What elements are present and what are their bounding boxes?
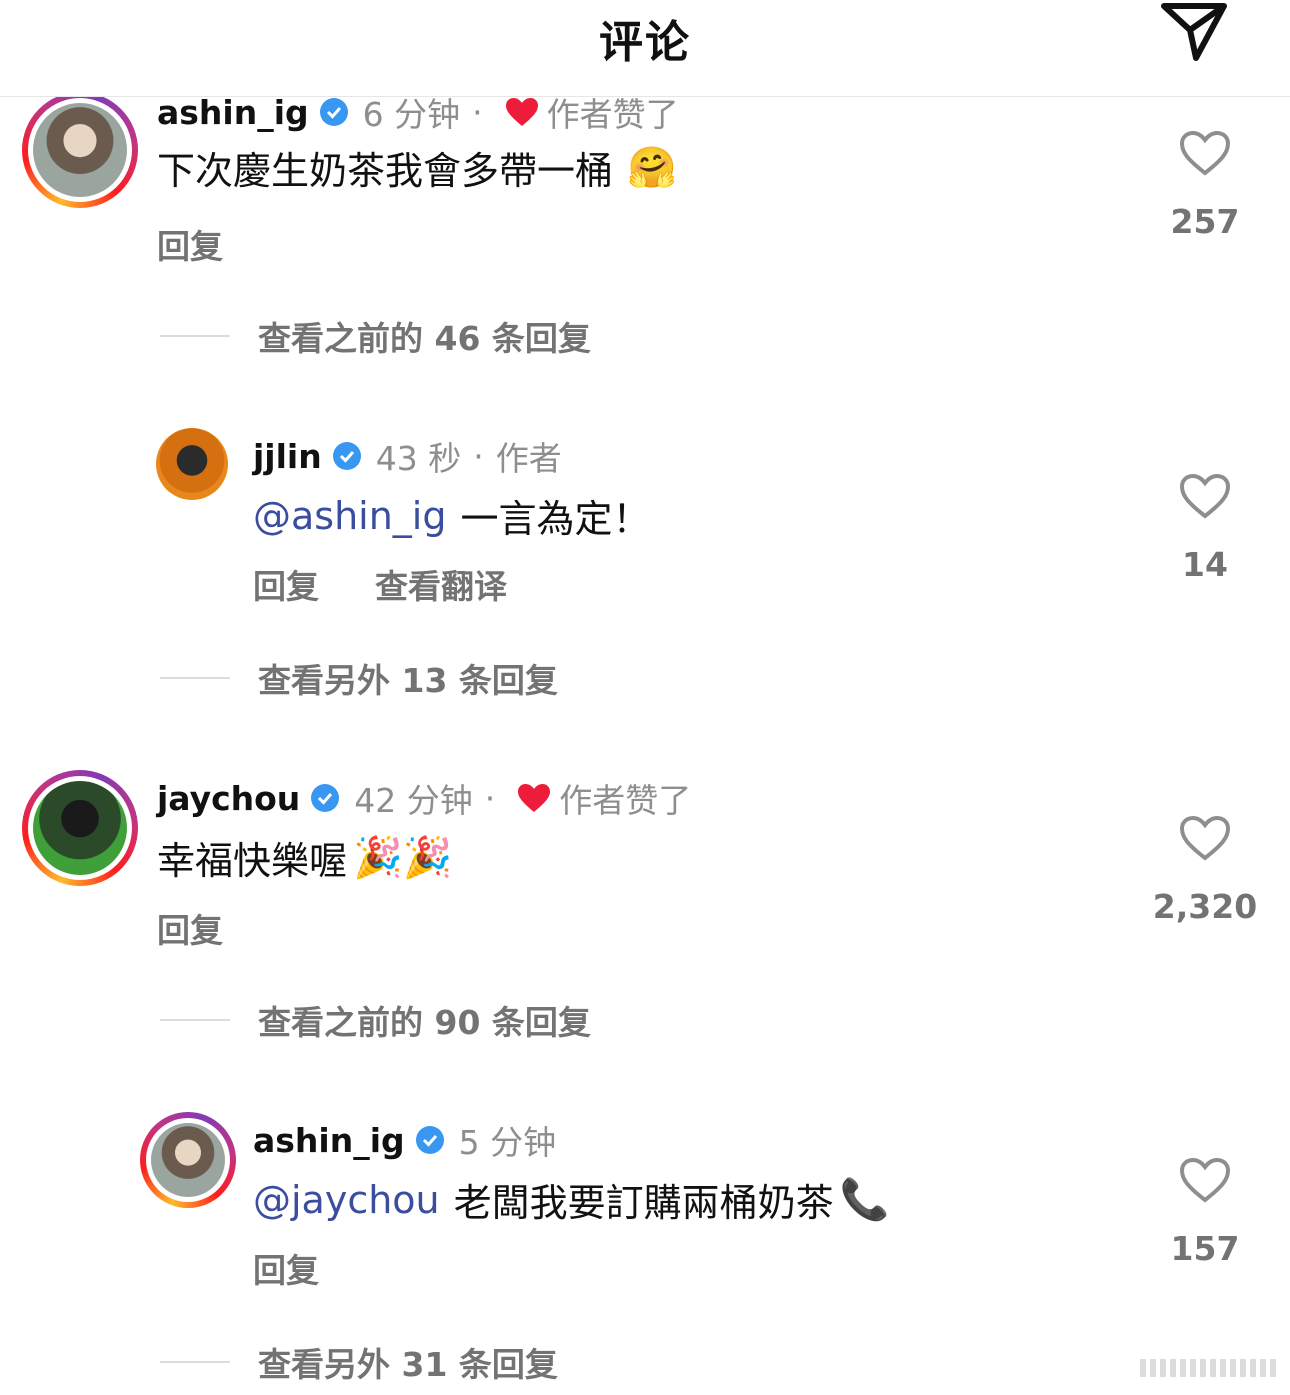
view-replies-label: 查看之前的 46 条回复: [258, 319, 591, 358]
like-group: 2,320: [1145, 815, 1265, 926]
top-bar: 评论: [0, 0, 1290, 97]
verified-badge-icon: [311, 784, 340, 812]
view-replies-label: 查看另外 31 条回复: [258, 1345, 558, 1384]
like-group: 14: [1145, 473, 1265, 584]
reply-button[interactable]: 回复: [253, 560, 319, 608]
author-tag: 作者: [495, 439, 562, 478]
share-icon[interactable]: [1158, 0, 1230, 64]
divider-line: [160, 677, 230, 679]
like-count: 2,320: [1152, 887, 1258, 926]
view-replies-label: 查看另外 13 条回复: [258, 661, 558, 700]
like-heart-icon[interactable]: [1179, 1157, 1231, 1203]
heart-icon: [518, 784, 551, 812]
comment-text: 幸福快樂喔 🎉🎉: [157, 830, 453, 885]
comment-text: @ashin_ig 一言為定！: [253, 488, 651, 543]
verified-badge-icon: [415, 1126, 444, 1154]
comment-text: 下次慶生奶茶我會多帶一桶 🤗: [157, 140, 677, 195]
emoji: 📞: [839, 1177, 890, 1223]
separator: ·: [472, 92, 483, 132]
username[interactable]: jjlin: [253, 437, 322, 476]
avatar[interactable]: [22, 770, 138, 886]
username[interactable]: ashin_ig: [253, 1121, 405, 1160]
avatar[interactable]: [140, 1112, 236, 1208]
verified-badge-icon: [332, 442, 361, 470]
timestamp: 5 分钟: [458, 1123, 557, 1162]
like-heart-icon[interactable]: [1179, 473, 1231, 519]
username[interactable]: ashin_ig: [157, 93, 309, 132]
separator: ·: [484, 778, 496, 818]
comment-meta: jaychou 42 分钟 · 作者赞了: [157, 774, 691, 822]
timestamp: 43 秒: [375, 439, 462, 478]
mention-link[interactable]: @ashin_ig: [253, 494, 447, 538]
author-liked: 作者赞了: [559, 781, 692, 820]
timestamp: 42 分钟: [354, 781, 473, 820]
comment-body: 老闆我要訂購兩桶奶茶: [453, 1181, 834, 1225]
comment-meta: ashin_ig 5 分钟: [253, 1116, 556, 1164]
username[interactable]: jaychou: [157, 779, 300, 818]
view-replies-button[interactable]: 查看另外 31 条回复: [160, 1338, 558, 1386]
emoji: 🤗: [627, 145, 677, 191]
comment-meta: jjlin 43 秒 · 作者: [253, 432, 562, 480]
emoji: 🎉🎉: [353, 835, 453, 881]
translate-button[interactable]: 查看翻译: [375, 560, 507, 608]
verified-badge-icon: [319, 98, 348, 126]
divider-line: [160, 1361, 230, 1363]
avatar[interactable]: [22, 92, 138, 208]
like-count: 257: [1170, 202, 1240, 241]
watermark-graphic: [1140, 1359, 1276, 1377]
divider-line: [160, 1019, 230, 1021]
heart-icon: [505, 98, 538, 126]
view-replies-label: 查看之前的 90 条回复: [258, 1003, 591, 1042]
comment-text: @jaychou 老闆我要訂購兩桶奶茶 📞: [253, 1172, 889, 1227]
reply-button[interactable]: 回复: [253, 1244, 319, 1292]
like-heart-icon[interactable]: [1179, 130, 1231, 176]
comment-body: 一言為定！: [460, 497, 651, 541]
divider-line: [160, 335, 230, 337]
view-replies-button[interactable]: 查看之前的 90 条回复: [160, 996, 591, 1044]
like-group: 257: [1145, 130, 1265, 241]
comment-body: 幸福快樂喔: [157, 839, 348, 883]
separator: ·: [473, 436, 484, 476]
view-replies-button[interactable]: 查看另外 13 条回复: [160, 654, 558, 702]
like-group: 157: [1145, 1157, 1265, 1268]
reply-button[interactable]: 回复: [157, 904, 223, 952]
avatar[interactable]: [156, 428, 228, 500]
like-count: 157: [1170, 1229, 1240, 1268]
like-count: 14: [1182, 545, 1228, 584]
page-title: 评论: [599, 17, 691, 68]
comment-body: 下次慶生奶茶我會多帶一桶: [157, 149, 614, 193]
view-replies-button[interactable]: 查看之前的 46 条回复: [160, 312, 591, 360]
reply-button[interactable]: 回复: [157, 220, 223, 268]
mention-link[interactable]: @jaychou: [253, 1178, 440, 1222]
like-heart-icon[interactable]: [1179, 815, 1231, 861]
